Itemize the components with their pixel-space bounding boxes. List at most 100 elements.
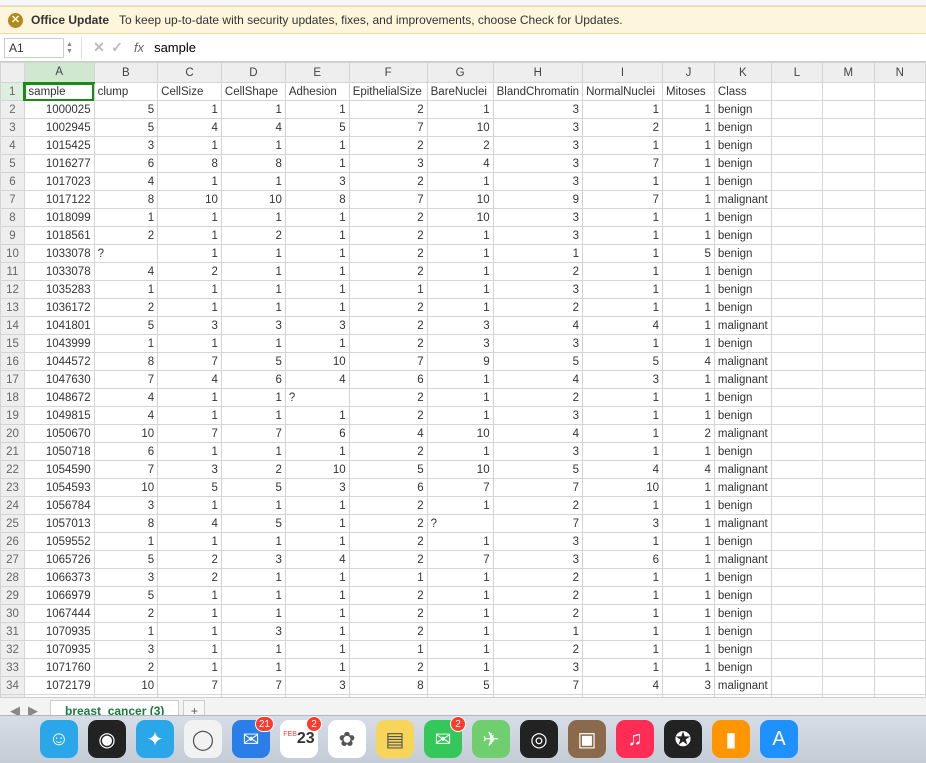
cell[interactable] (874, 299, 925, 317)
formula-accept-icon[interactable]: ✓ (108, 39, 126, 56)
cell[interactable]: 3 (493, 137, 582, 155)
col-header-I[interactable]: I (583, 63, 663, 83)
cell[interactable] (771, 371, 822, 389)
cell[interactable]: 1 (221, 659, 285, 677)
cell[interactable]: 1 (427, 497, 493, 515)
cell[interactable]: 2 (349, 101, 427, 119)
cell[interactable]: 1 (221, 245, 285, 263)
cell[interactable]: ? (94, 245, 158, 263)
cell[interactable]: malignant (714, 353, 771, 371)
cell[interactable]: 4 (493, 425, 582, 443)
col-header-K[interactable]: K (714, 63, 771, 83)
cell[interactable]: 10 (94, 425, 158, 443)
cell[interactable] (823, 551, 874, 569)
cell[interactable]: 1 (427, 263, 493, 281)
col-header-L[interactable]: L (771, 63, 822, 83)
cell[interactable]: 1 (583, 641, 663, 659)
cell[interactable]: 7 (349, 191, 427, 209)
col-header-N[interactable]: N (874, 63, 925, 83)
cell[interactable]: 7 (493, 677, 582, 695)
row-header[interactable]: 25 (1, 515, 25, 533)
cell[interactable]: benign (714, 443, 771, 461)
cell[interactable]: 1 (285, 587, 349, 605)
col-header-H[interactable]: H (493, 63, 582, 83)
cell[interactable]: 6 (349, 479, 427, 497)
cell[interactable] (874, 623, 925, 641)
row-header[interactable]: 19 (1, 407, 25, 425)
cell[interactable]: 1 (285, 263, 349, 281)
row-header[interactable]: 9 (1, 227, 25, 245)
cell[interactable]: 5 (285, 119, 349, 137)
cell[interactable] (823, 137, 874, 155)
cell[interactable]: 1048672 (24, 389, 94, 407)
cell[interactable]: Mitoses (662, 83, 714, 101)
cell[interactable]: 1070935 (24, 641, 94, 659)
dock-app-messages[interactable]: ✉2 (424, 720, 462, 758)
dock-app-chrome[interactable]: ◯ (184, 720, 222, 758)
cell[interactable]: 1044572 (24, 353, 94, 371)
cell[interactable]: 9 (493, 191, 582, 209)
cell[interactable]: 1071760 (24, 659, 94, 677)
cell[interactable]: 2 (158, 551, 222, 569)
cell[interactable]: 10 (427, 209, 493, 227)
cell[interactable]: 1 (285, 101, 349, 119)
col-header-F[interactable]: F (349, 63, 427, 83)
cell[interactable]: 1 (427, 623, 493, 641)
cell[interactable]: 1 (285, 533, 349, 551)
cell[interactable]: 1054590 (24, 461, 94, 479)
cell[interactable]: malignant (714, 479, 771, 497)
cell[interactable]: 2 (349, 227, 427, 245)
cell[interactable] (874, 533, 925, 551)
cell[interactable]: 1 (427, 281, 493, 299)
cell[interactable]: 1 (158, 641, 222, 659)
cell[interactable]: clump (94, 83, 158, 101)
cell[interactable] (874, 641, 925, 659)
spreadsheet-grid[interactable]: ABCDEFGHIJKLMN1sampleclumpCellSizeCellSh… (0, 62, 926, 700)
cell[interactable] (874, 353, 925, 371)
cell[interactable]: 1 (662, 605, 714, 623)
cell[interactable]: 3 (493, 533, 582, 551)
cell[interactable]: benign (714, 533, 771, 551)
cell[interactable]: 1 (662, 263, 714, 281)
cell[interactable]: 9 (427, 353, 493, 371)
cell[interactable]: 1 (158, 227, 222, 245)
cell[interactable]: 1 (662, 623, 714, 641)
dock-app-activity[interactable]: ◎ (520, 720, 558, 758)
cell[interactable] (823, 227, 874, 245)
cell[interactable] (771, 551, 822, 569)
cell[interactable]: 1018099 (24, 209, 94, 227)
cell[interactable] (823, 101, 874, 119)
cell[interactable]: benign (714, 407, 771, 425)
cell[interactable] (874, 443, 925, 461)
name-box[interactable]: A1 (4, 38, 64, 58)
cell[interactable]: 1 (583, 587, 663, 605)
cell[interactable] (823, 263, 874, 281)
cell[interactable]: benign (714, 389, 771, 407)
cell[interactable]: 1 (221, 641, 285, 659)
cell[interactable]: 1000025 (24, 101, 94, 119)
cell[interactable]: 1 (94, 533, 158, 551)
cell[interactable]: 1 (427, 173, 493, 191)
cell[interactable]: 2 (221, 461, 285, 479)
col-header-C[interactable]: C (158, 63, 222, 83)
cell[interactable]: 1 (158, 101, 222, 119)
row-header[interactable]: 23 (1, 479, 25, 497)
cell[interactable]: 7 (583, 191, 663, 209)
cell[interactable]: 1 (158, 659, 222, 677)
cell[interactable]: benign (714, 659, 771, 677)
cell[interactable]: 1 (285, 227, 349, 245)
cell[interactable]: 2 (493, 497, 582, 515)
cell[interactable]: 10 (427, 425, 493, 443)
cell[interactable]: 1 (662, 191, 714, 209)
cell[interactable]: 1049815 (24, 407, 94, 425)
row-header[interactable]: 28 (1, 569, 25, 587)
cell[interactable]: 1066373 (24, 569, 94, 587)
close-icon[interactable]: ✕ (8, 13, 23, 28)
cell[interactable]: 1 (158, 209, 222, 227)
cell[interactable]: 1 (285, 443, 349, 461)
cell[interactable]: 7 (349, 119, 427, 137)
cell[interactable]: 2 (349, 173, 427, 191)
cell[interactable] (874, 461, 925, 479)
cell[interactable]: 8 (94, 353, 158, 371)
cell[interactable] (771, 641, 822, 659)
